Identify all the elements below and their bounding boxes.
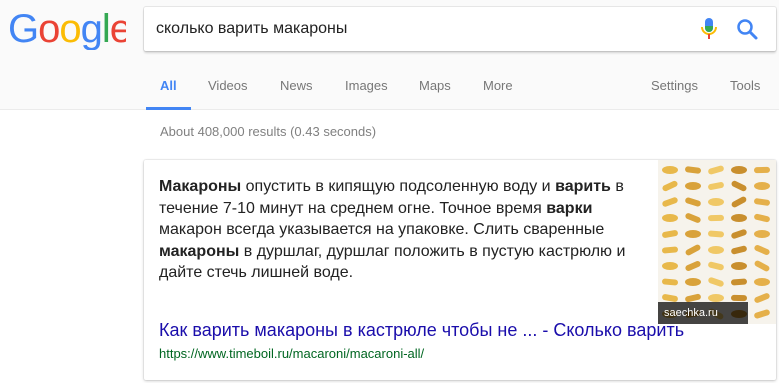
snippet-bold-term: варить [555,178,611,195]
svg-text:Google: Google [8,8,126,50]
pasta-shape [708,277,724,287]
pasta-shape [685,244,701,256]
magnifier-icon[interactable] [735,17,759,41]
pasta-shape [662,180,678,192]
pasta-shape [731,214,747,222]
snippet-bold-term: макароны [159,242,240,260]
featured-snippet-card: Макароны опустить в кипящую подсоленную … [144,160,776,380]
pasta-shape [662,230,678,238]
snippet-bold-term: Макароны [159,178,242,195]
pasta-shape [662,262,678,270]
pasta-shape [685,182,701,190]
pasta-shape [685,261,701,271]
settings-link[interactable]: Settings [651,66,698,110]
pasta-shape [662,214,678,222]
pasta-shape [754,245,770,255]
pasta-shape [754,309,770,319]
pasta-shape [754,293,770,303]
pasta-shape [662,166,678,174]
result-url: https://www.timeboil.ru/macaroni/macaron… [159,346,425,361]
pasta-shape [708,294,724,302]
pasta-shape [754,198,770,206]
snippet-text-run: опустить в кипящую подсоленную воду и [241,178,556,195]
pasta-shape [754,213,770,223]
pasta-shape [708,165,724,175]
microphone-icon[interactable] [699,17,719,41]
pasta-shape [708,261,724,271]
pasta-shape [685,197,701,207]
pasta-shape [662,278,678,286]
tab-all[interactable]: All [146,66,190,110]
search-header: Google All Videos News Images Maps More … [0,0,779,110]
snippet-bold-term: варки [546,199,593,217]
snippet-text: Макароны опустить в кипящую подсоленную … [159,176,634,284]
pasta-shape [708,246,724,254]
pasta-shape [731,229,747,239]
pasta-shape [708,182,724,190]
pasta-shape [754,166,770,174]
tab-maps[interactable]: Maps [419,66,451,110]
tab-videos[interactable]: Videos [208,66,248,110]
pasta-shape [731,196,747,208]
tab-news[interactable]: News [280,66,313,110]
pasta-shape [731,278,747,286]
pasta-shape [685,278,701,286]
pasta-shape [708,198,724,206]
pasta-shape [754,278,770,286]
pasta-shape [662,246,678,254]
search-input[interactable] [156,7,686,51]
pasta-shape [708,230,724,238]
pasta-shape [685,213,701,223]
pasta-shape [731,294,747,302]
pasta-shape [731,180,747,192]
search-tabs: All Videos News Images Maps More Setting… [0,66,779,110]
pasta-shape [731,166,747,174]
pasta-shape [731,245,747,255]
pasta-image [662,165,770,320]
result-stats: About 408,000 results (0.43 seconds) [160,124,377,139]
pasta-shape [708,214,724,222]
result-title-link[interactable]: Как варить макароны в кастрюле чтобы не … [159,320,684,341]
tab-more[interactable]: More [483,66,513,110]
search-box [144,7,776,51]
pasta-shape [685,166,701,174]
snippet-text-run: макарон всегда указывается на упаковке. … [159,221,605,238]
pasta-shape [754,230,770,238]
pasta-shape [754,260,770,272]
pasta-shape [731,262,747,270]
google-logo[interactable]: Google [8,8,126,50]
tab-images[interactable]: Images [345,66,388,110]
tools-link[interactable]: Tools [730,66,760,110]
pasta-shape [662,197,678,207]
snippet-image[interactable]: saechka.ru [658,160,776,324]
pasta-shape [685,230,701,238]
pasta-shape [754,182,770,190]
